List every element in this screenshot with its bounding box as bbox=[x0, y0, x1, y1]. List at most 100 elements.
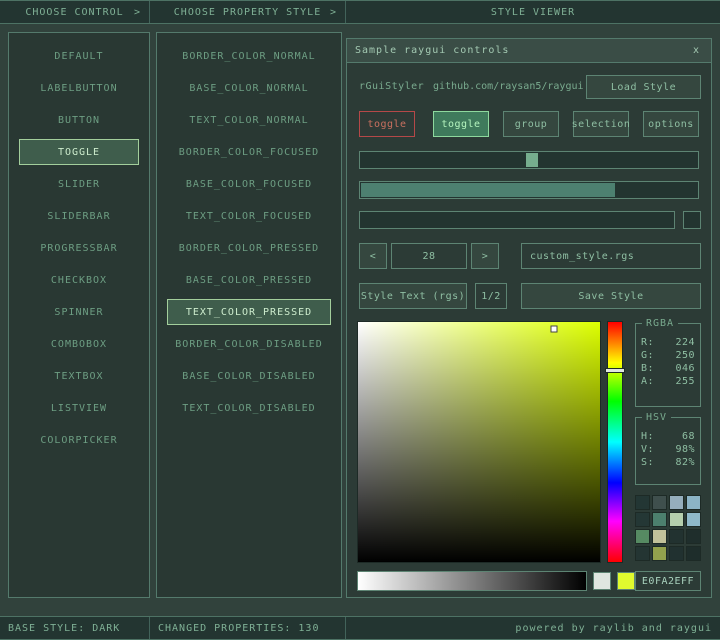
style-viewer-window: Sample raygui controls x rGuiStyler gith… bbox=[346, 38, 712, 598]
status-base-style: BASE STYLE: DARK bbox=[0, 617, 150, 639]
filename-textbox[interactable]: custom_style.rgs bbox=[521, 243, 701, 269]
control-item-sliderbar[interactable]: SLIDERBAR bbox=[19, 203, 139, 229]
page-indicator[interactable]: 1/2 bbox=[475, 283, 507, 309]
status-changed-properties: CHANGED PROPERTIES: 130 bbox=[150, 617, 346, 639]
hsv-value: 82% bbox=[675, 457, 695, 468]
toggle-group-option-selection[interactable]: selection bbox=[572, 111, 630, 137]
property-item-text_color_pressed[interactable]: TEXT_COLOR_PRESSED bbox=[167, 299, 331, 325]
repo-link-label[interactable]: github.com/raysan5/raygui bbox=[433, 75, 584, 99]
base-style-label: BASE STYLE: DARK bbox=[8, 622, 121, 634]
hsv-group: HSV H: 68 V: 98% S: 82% bbox=[635, 412, 701, 485]
style-swatch[interactable] bbox=[635, 495, 650, 510]
style-swatch[interactable] bbox=[686, 529, 701, 544]
choose-property-style-label: CHOOSE PROPERTY STYLE bbox=[173, 6, 322, 18]
style-swatch[interactable] bbox=[635, 512, 650, 527]
control-item-toggle[interactable]: TOGGLE bbox=[19, 139, 139, 165]
hsv-label: V: bbox=[641, 444, 655, 455]
control-item-spinner[interactable]: SPINNER bbox=[19, 299, 139, 325]
property-item-border_color_pressed[interactable]: BORDER_COLOR_PRESSED bbox=[167, 235, 331, 261]
control-item-colorpicker[interactable]: COLORPICKER bbox=[19, 427, 139, 453]
property-item-base_color_disabled[interactable]: BASE_COLOR_DISABLED bbox=[167, 363, 331, 389]
progress-fill bbox=[361, 183, 615, 197]
property-item-border_color_disabled[interactable]: BORDER_COLOR_DISABLED bbox=[167, 331, 331, 357]
property-item-border_color_normal[interactable]: BORDER_COLOR_NORMAL bbox=[167, 43, 331, 69]
toggle-group-option-toggle[interactable]: toggle bbox=[433, 111, 489, 137]
control-item-labelbutton[interactable]: LABELBUTTON bbox=[19, 75, 139, 101]
shade-box[interactable] bbox=[593, 572, 611, 590]
hsv-value: 68 bbox=[681, 431, 695, 442]
property-item-text_color_normal[interactable]: TEXT_COLOR_NORMAL bbox=[167, 107, 331, 133]
hue-bar[interactable] bbox=[605, 321, 625, 563]
window-titlebar[interactable]: Sample raygui controls x bbox=[347, 39, 711, 63]
style-swatch[interactable] bbox=[686, 546, 701, 561]
rgba-rows: R: 224 G: 250 B: 046 A: 255 bbox=[636, 336, 700, 388]
property-item-text_color_focused[interactable]: TEXT_COLOR_FOCUSED bbox=[167, 203, 331, 229]
control-item-progressbar[interactable]: PROGRESSBAR bbox=[19, 235, 139, 261]
slider-bar[interactable] bbox=[359, 211, 675, 229]
color-panel[interactable] bbox=[357, 321, 601, 563]
property-item-border_color_focused[interactable]: BORDER_COLOR_FOCUSED bbox=[167, 139, 331, 165]
style-swatch[interactable] bbox=[635, 529, 650, 544]
hsv-row: H: 68 bbox=[636, 430, 700, 443]
control-item-combobox[interactable]: COMBOBOX bbox=[19, 331, 139, 357]
save-style-button[interactable]: Save Style bbox=[521, 283, 701, 309]
style-swatch[interactable] bbox=[669, 529, 684, 544]
menu-bar: CHOOSE CONTROL > CHOOSE PROPERTY STYLE >… bbox=[0, 0, 720, 24]
control-item-default[interactable]: DEFAULT bbox=[19, 43, 139, 69]
app-name-label: rGuiStyler bbox=[359, 81, 425, 92]
rgba-value: 046 bbox=[675, 363, 695, 374]
hue-handle[interactable] bbox=[605, 367, 625, 373]
style-swatch[interactable] bbox=[669, 512, 684, 527]
choose-control-label: CHOOSE CONTROL bbox=[25, 6, 124, 18]
spinner-decrement-button[interactable]: < bbox=[359, 243, 387, 269]
toggle-group-option-group[interactable]: group bbox=[503, 111, 559, 137]
style-swatch[interactable] bbox=[652, 546, 667, 561]
style-swatch[interactable] bbox=[635, 546, 650, 561]
rgba-group: RGBA R: 224 G: 250 B: 046 A: 255 bbox=[635, 318, 701, 407]
toggle-group-option-options[interactable]: options bbox=[643, 111, 699, 137]
spinner-increment-button[interactable]: > bbox=[471, 243, 499, 269]
value-gradient-bar[interactable] bbox=[357, 571, 587, 591]
picker-cursor[interactable] bbox=[550, 325, 558, 333]
style-swatch[interactable] bbox=[652, 529, 667, 544]
menu-section-style-viewer[interactable]: STYLE VIEWER bbox=[346, 1, 720, 23]
control-item-textbox[interactable]: TEXTBOX bbox=[19, 363, 139, 389]
rgba-value: 250 bbox=[675, 350, 695, 361]
style-swatch[interactable] bbox=[686, 495, 701, 510]
style-swatch[interactable] bbox=[652, 512, 667, 527]
property-item-text_color_disabled[interactable]: TEXT_COLOR_DISABLED bbox=[167, 395, 331, 421]
style-swatch[interactable] bbox=[686, 512, 701, 527]
status-powered-by: powered by raylib and raygui bbox=[346, 617, 720, 639]
style-text-button[interactable]: Style Text (rgs) bbox=[359, 283, 467, 309]
property-item-base_color_normal[interactable]: BASE_COLOR_NORMAL bbox=[167, 75, 331, 101]
slider-handle[interactable] bbox=[525, 153, 538, 167]
control-item-listview[interactable]: LISTVIEW bbox=[19, 395, 139, 421]
property-item-base_color_focused[interactable]: BASE_COLOR_FOCUSED bbox=[167, 171, 331, 197]
slider[interactable] bbox=[359, 151, 699, 169]
properties-list: BORDER_COLOR_NORMAL BASE_COLOR_NORMAL TEXT… bbox=[156, 32, 342, 598]
spinner-value[interactable]: 28 bbox=[391, 243, 467, 269]
powered-by-label: powered by raylib and raygui bbox=[515, 622, 712, 634]
control-item-button[interactable]: BUTTON bbox=[19, 107, 139, 133]
style-swatch[interactable] bbox=[669, 495, 684, 510]
rgba-label: B: bbox=[641, 363, 655, 374]
chevron-right-icon: > bbox=[133, 6, 141, 18]
rgba-row: R: 224 bbox=[636, 336, 700, 349]
control-item-slider[interactable]: SLIDER bbox=[19, 171, 139, 197]
style-viewer-label: STYLE VIEWER bbox=[490, 6, 576, 18]
current-color-swatch bbox=[617, 572, 635, 590]
property-item-base_color_pressed[interactable]: BASE_COLOR_PRESSED bbox=[167, 267, 331, 293]
rgba-value: 255 bbox=[675, 376, 695, 387]
checkbox[interactable] bbox=[683, 211, 701, 229]
hex-value-textbox[interactable]: E0FA2EFF bbox=[635, 571, 701, 591]
toggle-pressed-preview-button[interactable]: toggle bbox=[359, 111, 415, 137]
style-swatch[interactable] bbox=[669, 546, 684, 561]
menu-section-choose-property-style[interactable]: CHOOSE PROPERTY STYLE > bbox=[150, 1, 346, 23]
control-item-checkbox[interactable]: CHECKBOX bbox=[19, 267, 139, 293]
load-style-button[interactable]: Load Style bbox=[586, 75, 701, 99]
close-icon[interactable]: x bbox=[690, 45, 703, 56]
menu-section-choose-control[interactable]: CHOOSE CONTROL > bbox=[0, 1, 150, 23]
rgba-value: 224 bbox=[675, 337, 695, 348]
rgba-row: A: 255 bbox=[636, 375, 700, 388]
style-swatch[interactable] bbox=[652, 495, 667, 510]
